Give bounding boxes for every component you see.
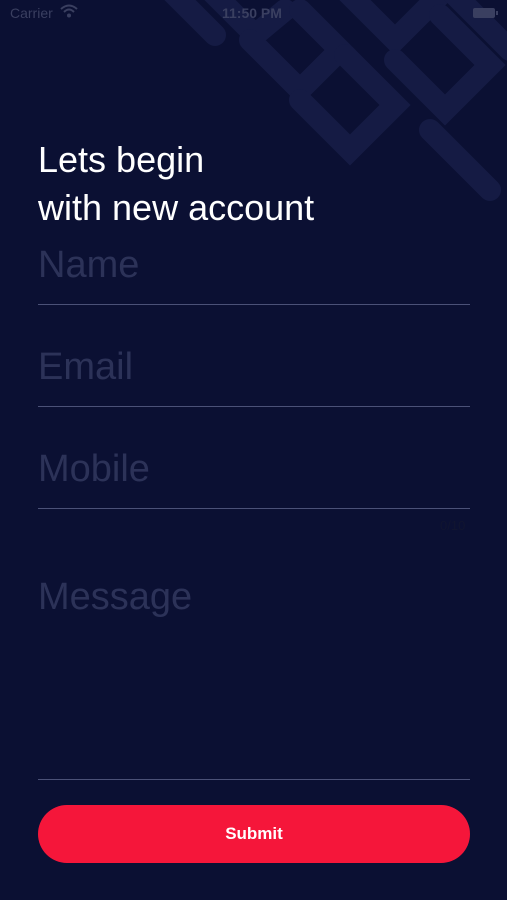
- title-line-1: Lets begin: [38, 139, 205, 181]
- submit-button[interactable]: Submit: [38, 805, 470, 863]
- status-bar: Carrier 11:50 PM: [0, 0, 507, 28]
- message-input[interactable]: [38, 576, 470, 776]
- email-input[interactable]: [38, 346, 470, 389]
- battery-icon: [473, 8, 498, 18]
- page-title: Lets begin with new account: [38, 136, 314, 232]
- clock: 11:50 PM: [222, 5, 282, 21]
- mobile-input[interactable]: [38, 448, 470, 491]
- mobile-field: [38, 448, 470, 509]
- email-field: [38, 346, 470, 407]
- wifi-icon: [60, 4, 78, 18]
- carrier-label: Carrier: [10, 5, 53, 21]
- name-input[interactable]: [38, 244, 470, 287]
- title-line-2: with new account: [38, 187, 315, 229]
- mobile-character-counter: 0/10: [440, 518, 466, 533]
- name-field: [38, 244, 470, 305]
- message-field: [38, 576, 470, 780]
